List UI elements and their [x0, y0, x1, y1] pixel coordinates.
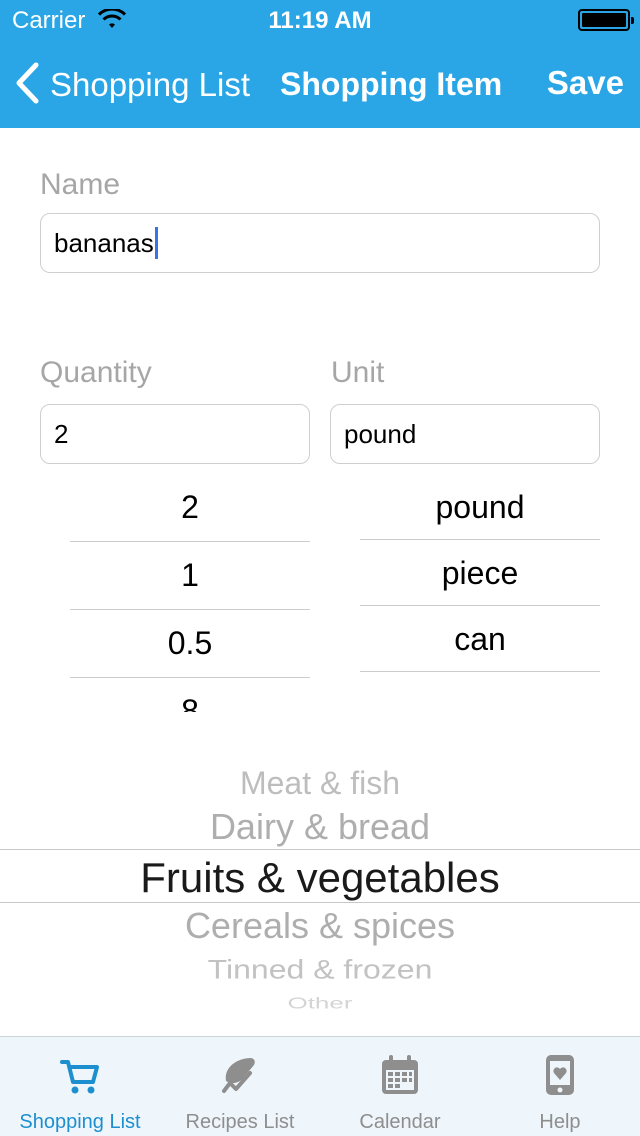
- tab-calendar[interactable]: Calendar: [320, 1037, 480, 1136]
- back-button-label: Shopping List: [50, 66, 250, 103]
- tab-bar: Shopping List Recipes List Calendar Help: [0, 1036, 640, 1136]
- divider: [360, 671, 600, 672]
- unit-label: Unit: [331, 356, 385, 389]
- name-field-value: bananas: [54, 227, 154, 258]
- save-button[interactable]: Save: [547, 64, 624, 102]
- back-button[interactable]: Shopping List: [14, 62, 250, 109]
- clock: 11:19 AM: [268, 7, 372, 34]
- picker-selection-bottom-line: [0, 902, 640, 903]
- navigation-bar: Shopping List Shopping Item Save: [0, 40, 640, 128]
- category-option[interactable]: Tinned & frozen: [0, 954, 640, 985]
- tab-help[interactable]: Help: [480, 1037, 640, 1136]
- category-selected-option[interactable]: Fruits & vegetables: [0, 854, 640, 902]
- unit-field[interactable]: pound: [330, 404, 600, 464]
- tab-label: Recipes List: [185, 1111, 295, 1133]
- text-caret: [154, 227, 158, 259]
- name-label: Name: [40, 168, 121, 201]
- app-header: Carrier 11:19 AM Shopping List Shopping …: [0, 0, 640, 128]
- name-field[interactable]: bananas: [40, 213, 600, 273]
- category-option[interactable]: Meat & fish: [0, 765, 640, 802]
- category-option-clip: Other: [0, 988, 640, 1010]
- quantity-option[interactable]: 1: [70, 542, 310, 608]
- unit-option[interactable]: piece: [360, 540, 600, 606]
- calendar-icon: [380, 1053, 420, 1097]
- quantity-option[interactable]: 8: [70, 678, 310, 713]
- category-option[interactable]: Cereals & spices: [0, 905, 640, 947]
- unit-option[interactable]: pound: [360, 474, 600, 540]
- tab-recipes-list[interactable]: Recipes List: [160, 1037, 320, 1136]
- quantity-suggestion-list: 2 1 0.5 8: [70, 474, 310, 712]
- quantity-label: Quantity: [40, 356, 152, 389]
- quantity-field[interactable]: 2: [40, 404, 310, 464]
- battery-icon: [578, 9, 634, 31]
- tab-label: Help: [539, 1111, 581, 1133]
- quantity-option[interactable]: 0.5: [70, 610, 310, 676]
- cart-icon: [60, 1053, 100, 1097]
- quantity-option[interactable]: 2: [70, 474, 310, 540]
- recipes-icon: [220, 1053, 260, 1097]
- tab-shopping-list[interactable]: Shopping List: [0, 1037, 160, 1136]
- chevron-left-icon: [14, 62, 40, 109]
- unit-field-value: pound: [344, 418, 417, 449]
- unit-suggestion-list: pound piece can: [360, 474, 600, 674]
- picker-selection-top-line: [0, 849, 640, 850]
- status-bar: Carrier 11:19 AM: [0, 0, 640, 40]
- unit-option[interactable]: can: [360, 606, 600, 672]
- tab-label: Shopping List: [19, 1111, 141, 1133]
- category-option[interactable]: Other: [0, 994, 640, 1010]
- quantity-field-value: 2: [54, 418, 69, 449]
- page-title: Shopping Item: [280, 66, 503, 102]
- help-icon: [540, 1053, 580, 1097]
- tab-label: Calendar: [359, 1111, 441, 1133]
- category-option[interactable]: Dairy & bread: [0, 806, 640, 848]
